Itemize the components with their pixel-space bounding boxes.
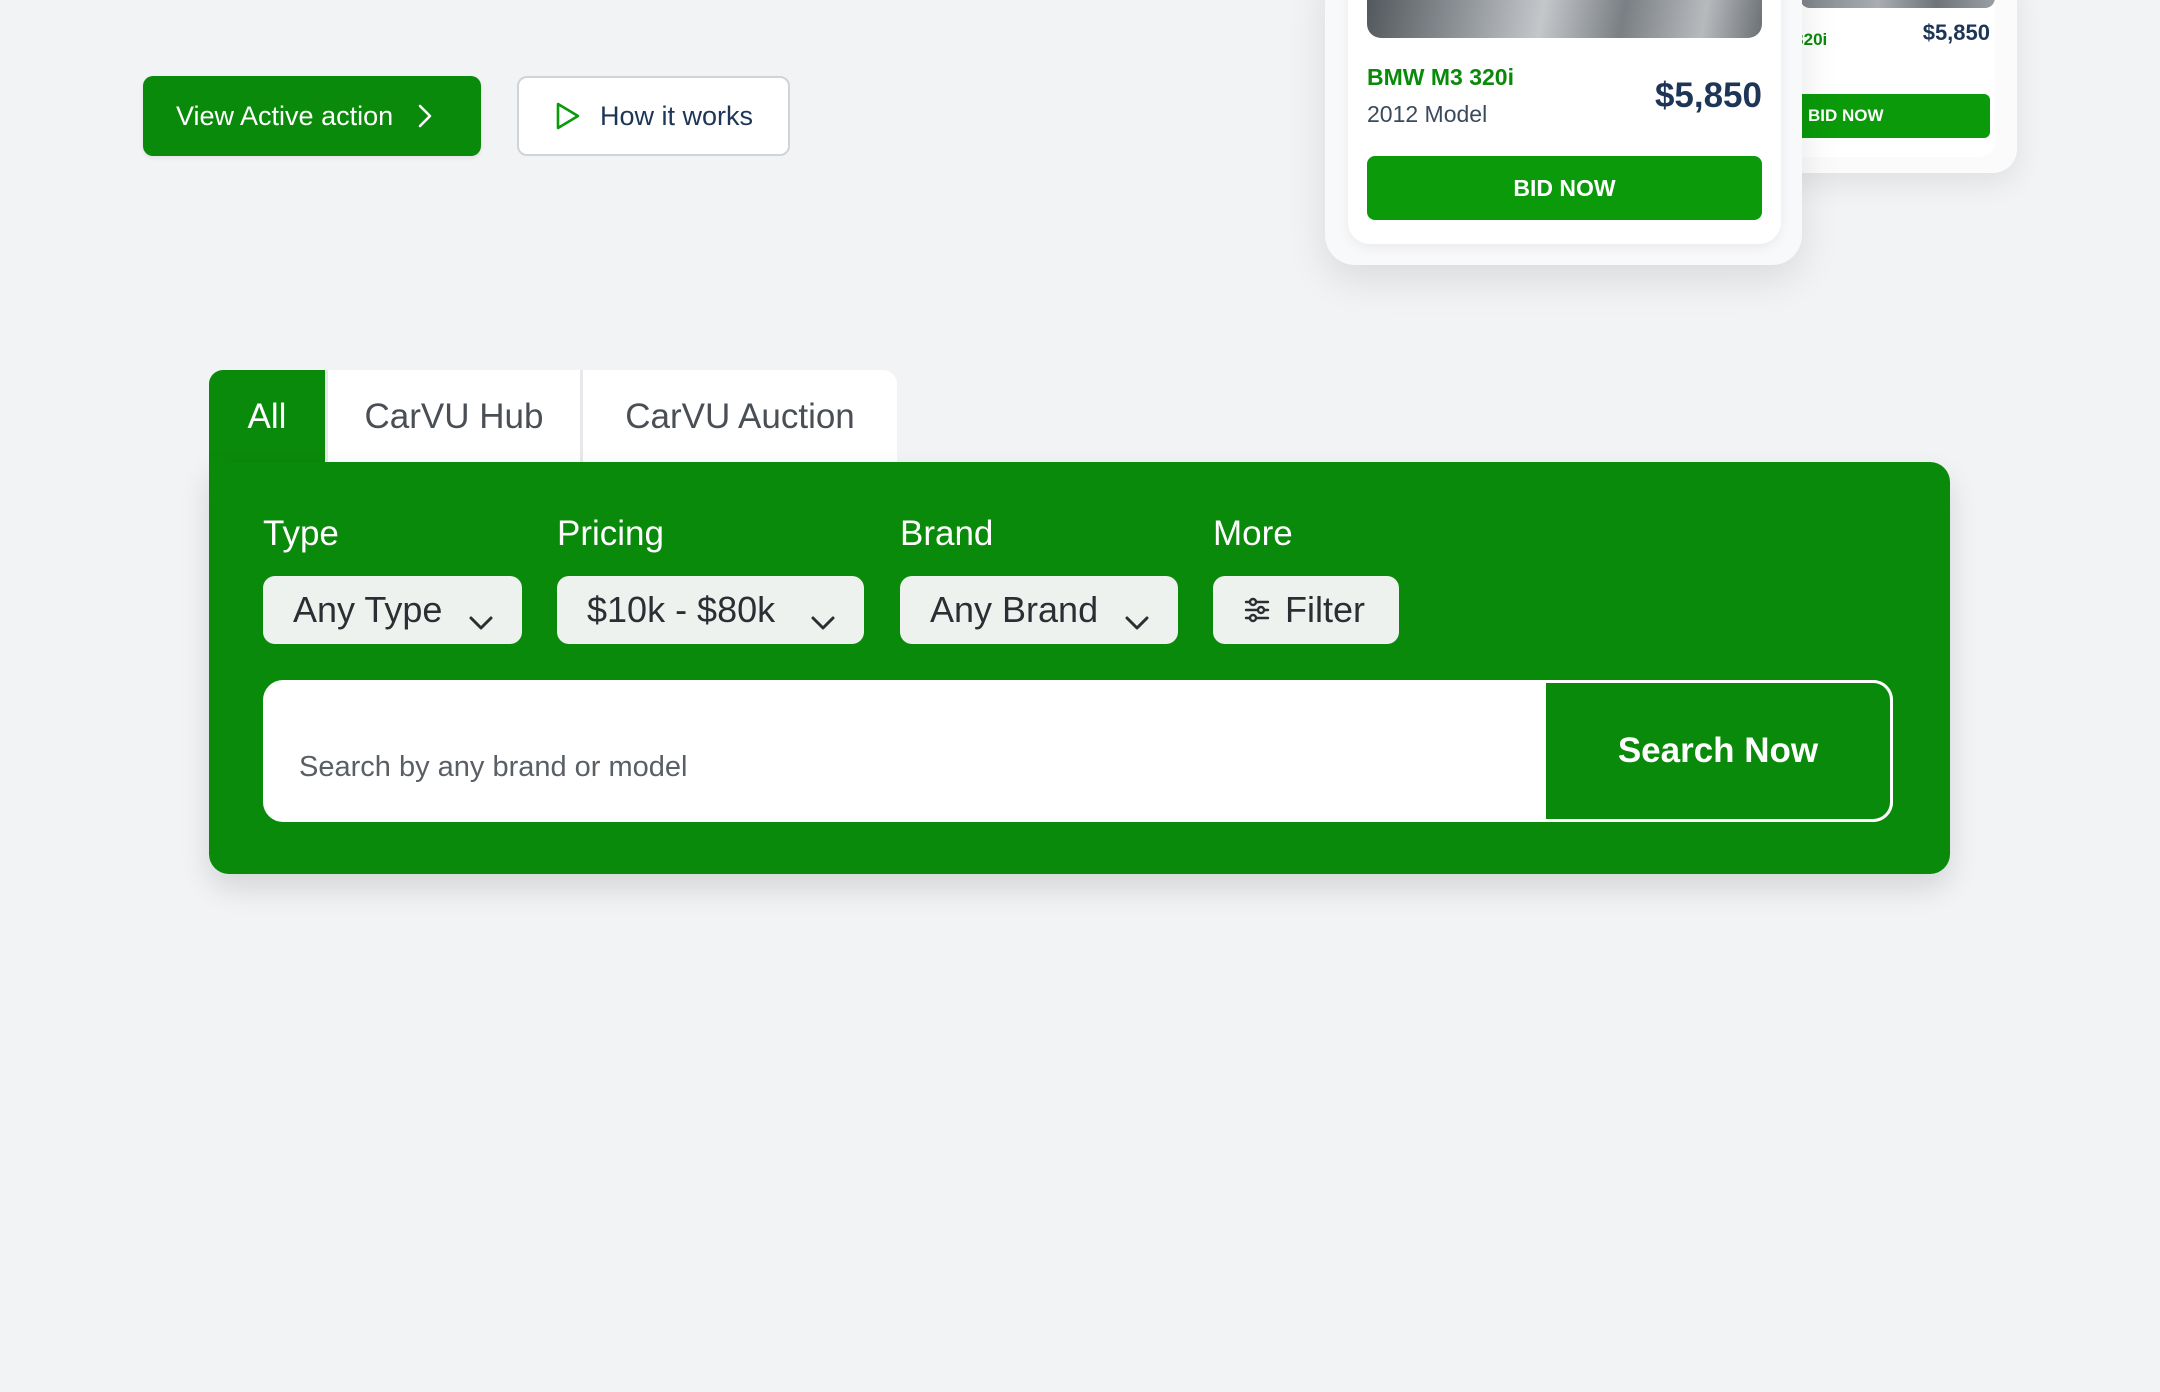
car-card-front-subtitle: 2012 Model [1367,101,1488,127]
more-label: More [1213,514,1293,553]
pricing-dropdown[interactable]: $10k - $80k [557,576,864,644]
view-active-action-button[interactable]: View Active action [143,76,481,156]
type-dropdown[interactable]: Any Type [263,576,522,644]
filter-button-label: Filter [1285,589,1365,630]
tab-carvu-hub[interactable]: CarVU Hub [325,370,583,463]
filter-button[interactable]: Filter [1213,576,1399,644]
car-card-back[interactable]: 3 320i del $5,850 BID NOW [1780,0,1995,157]
chevron-right-icon [417,103,439,129]
filter-icon [1243,596,1271,624]
how-it-works-button[interactable]: How it works [517,76,790,156]
car-card-front[interactable]: BMW M3 320i 2012 Model $5,850 BID NOW [1348,0,1781,244]
car-card-front-bid-button[interactable]: BID NOW [1367,156,1762,220]
car-card-front-title: BMW M3 320i [1367,64,1514,90]
brand-dropdown-value: Any Brand [930,589,1099,630]
type-dropdown-value: Any Type [293,589,443,630]
brand-label: Brand [900,514,994,553]
search-input[interactable] [263,680,1538,822]
play-icon [552,101,582,131]
car-card-back-bid-button[interactable]: BID NOW [1780,94,1990,138]
brand-dropdown[interactable]: Any Brand [900,576,1178,644]
car-card-front-price: $5,850 [1654,76,1762,115]
search-tabs: All CarVU Hub CarVU Auction [209,370,897,463]
search-panel: Type Pricing Brand More Any Type $10k - … [209,462,1950,874]
tab-all[interactable]: All [209,370,325,463]
chevron-down-icon [1124,600,1150,630]
type-label: Type [263,514,339,553]
car-card-back-image [1800,0,1995,8]
chevron-down-icon [810,600,836,630]
tab-carvu-auction[interactable]: CarVU Auction [583,370,897,463]
pricing-label: Pricing [557,514,664,553]
how-it-works-label: How it works [600,100,754,131]
chevron-down-icon [468,600,494,630]
view-active-action-label: View Active action [176,100,394,131]
pricing-dropdown-value: $10k - $80k [587,589,776,630]
search-now-button[interactable]: Search Now [1543,680,1893,822]
car-card-back-price: $5,850 [1922,20,1990,45]
car-card-front-image [1367,0,1762,38]
